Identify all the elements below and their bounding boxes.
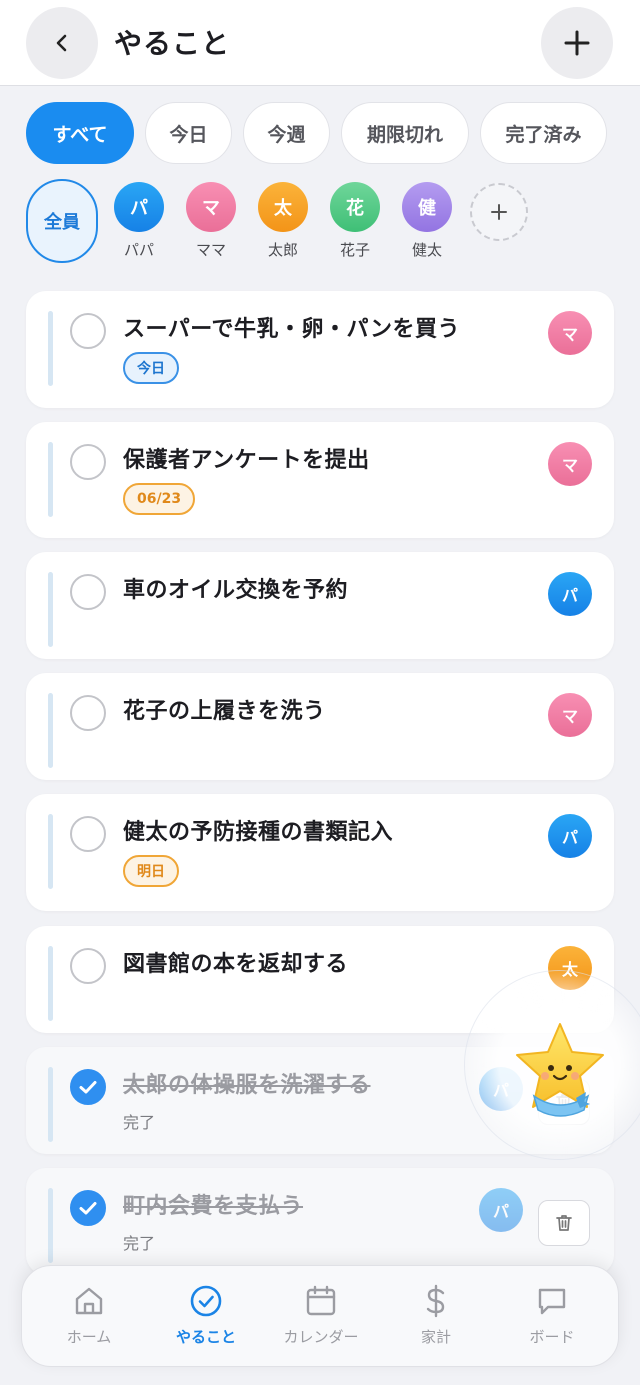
delete-button[interactable] (538, 1200, 590, 1246)
avatar: 太 (258, 182, 308, 232)
member-name: 太郎 (267, 241, 298, 259)
chat-bubble-icon (538, 1288, 566, 1315)
calendar-icon (306, 1285, 336, 1316)
task-title: 太郎の体操服を洗濯する (123, 1073, 371, 1098)
task-card[interactable]: 車のオイル交換を予約 パ (26, 552, 614, 659)
check-circle-icon (190, 1285, 222, 1317)
task-checkbox[interactable] (70, 816, 106, 852)
priority-bar (48, 311, 53, 386)
avatar: 健 (402, 182, 452, 232)
plus-icon (564, 30, 590, 56)
priority-bar (48, 442, 53, 517)
assignee-avatar: パ (548, 572, 592, 616)
nav-home[interactable]: ホーム (34, 1284, 144, 1347)
task-card[interactable]: 健太の予防接種の書類記入 明日 パ (26, 794, 614, 911)
nav-board[interactable]: ボード (497, 1284, 607, 1347)
task-checkbox[interactable] (70, 948, 106, 984)
task-checkbox[interactable] (70, 444, 106, 480)
header-bar: やること (0, 0, 640, 86)
priority-bar (48, 1188, 53, 1263)
task-title: 保護者アンケートを提出 (123, 448, 370, 473)
page-title: やること (114, 27, 231, 60)
avatar: パ (114, 182, 164, 232)
priority-bar (48, 572, 53, 647)
member-filter-taro[interactable]: 太 太郎 (257, 182, 309, 260)
add-member-button[interactable] (470, 183, 528, 241)
member-name: ママ (195, 241, 226, 259)
due-badge: 06/23 (123, 483, 196, 515)
assignee-avatar: マ (548, 311, 592, 355)
avatar: 花 (330, 182, 380, 232)
filter-tab-overdue[interactable]: 期限切れ (341, 102, 469, 164)
chevron-left-icon (56, 34, 67, 52)
task-checkbox-checked[interactable] (70, 1190, 106, 1226)
member-name: 花子 (339, 241, 370, 259)
priority-bar (48, 1067, 53, 1142)
assignee-avatar: パ (479, 1188, 523, 1232)
due-badge: 今日 (123, 352, 179, 384)
filter-tab-completed[interactable]: 完了済み (480, 102, 607, 164)
task-card[interactable]: スーパーで牛乳・卵・パンを買う 今日 マ (26, 291, 614, 408)
filter-tab-week[interactable]: 今週 (243, 102, 330, 164)
task-title: 図書館の本を返却する (123, 952, 349, 977)
nav-calendar[interactable]: カレンダー (266, 1284, 376, 1347)
home-icon (75, 1287, 103, 1315)
back-button[interactable] (26, 7, 98, 79)
task-status: 完了 (123, 1234, 156, 1253)
star-mascot-icon (516, 1023, 604, 1117)
member-name: パパ (123, 241, 154, 259)
task-card[interactable]: 花子の上履きを洗う マ (26, 673, 614, 780)
checkmark-icon (79, 1202, 97, 1215)
assignee-avatar: マ (548, 693, 592, 737)
filter-tab-all[interactable]: すべて (26, 102, 134, 164)
assistant-mascot-button[interactable] (510, 1018, 610, 1132)
member-filter-mama[interactable]: マ ママ (185, 182, 237, 260)
task-checkbox[interactable] (70, 574, 106, 610)
task-card[interactable]: 保護者アンケートを提出 06/23 マ (26, 422, 614, 538)
member-filter-papa[interactable]: パ パパ (113, 182, 165, 260)
avatar: マ (186, 182, 236, 232)
task-title: 健太の予防接種の書類記入 (123, 820, 394, 845)
member-filter-all[interactable]: 全員 (26, 179, 98, 263)
nav-label: ホーム (66, 1328, 112, 1346)
nav-label: ボード (529, 1328, 575, 1346)
due-badge: 明日 (123, 855, 179, 887)
assignee-avatar: パ (548, 814, 592, 858)
add-task-button[interactable] (541, 7, 613, 79)
task-card-completed[interactable]: 町内会費を支払う 完了 パ (26, 1168, 614, 1275)
nav-todo[interactable]: やること (151, 1284, 261, 1347)
member-filter-hanako[interactable]: 花 花子 (329, 182, 381, 260)
task-title: 花子の上履きを洗う (123, 699, 326, 724)
task-checkbox-checked[interactable] (70, 1069, 106, 1105)
member-name: 健太 (411, 241, 442, 259)
task-checkbox[interactable] (70, 695, 106, 731)
task-title: スーパーで牛乳・卵・パンを買う (123, 317, 461, 342)
task-checkbox[interactable] (70, 313, 106, 349)
filter-tab-today[interactable]: 今日 (145, 102, 232, 164)
plus-icon (491, 204, 507, 220)
dollar-icon (426, 1284, 445, 1318)
member-filter-kenta[interactable]: 健 健太 (401, 182, 453, 260)
assignee-avatar: マ (548, 442, 592, 486)
nav-label: 家計 (420, 1328, 451, 1346)
task-status: 完了 (123, 1113, 156, 1132)
priority-bar (48, 814, 53, 889)
task-title: 町内会費を支払う (123, 1194, 304, 1219)
nav-label: やること (175, 1328, 236, 1346)
nav-budget[interactable]: 家計 (381, 1284, 491, 1347)
trash-icon (556, 1215, 572, 1231)
task-title: 車のオイル交換を予約 (123, 578, 349, 603)
bottom-navigation: ホーム やること カレンダー 家計 ボード (21, 1265, 619, 1367)
priority-bar (48, 693, 53, 768)
checkmark-icon (79, 1081, 97, 1094)
priority-bar (48, 946, 53, 1021)
nav-label: カレンダー (283, 1328, 359, 1346)
